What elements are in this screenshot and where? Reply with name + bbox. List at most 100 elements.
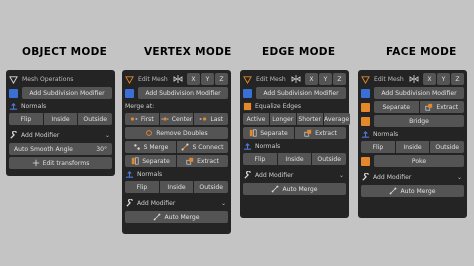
extract-button[interactable]: Extract — [419, 101, 464, 113]
normals-label-row: Normals — [361, 129, 464, 140]
poke-icon — [361, 156, 370, 166]
vertex-mode-panel: Edit Mesh X Y Z Add Subdivision Modifier… — [122, 70, 231, 234]
axis-x-button[interactable]: X — [187, 73, 200, 85]
chevron-down-icon[interactable]: ⌄ — [105, 132, 112, 139]
normals-row: Flip Inside Outside — [243, 153, 347, 165]
chevron-down-icon[interactable]: ⌄ — [339, 172, 346, 179]
normals-row: Flip Inside Outside — [9, 113, 113, 125]
normals-row: Flip Inside Outside — [361, 141, 465, 153]
subdivision-icon — [9, 88, 18, 98]
bridge-row: Bridge — [361, 115, 464, 127]
s-merge-button[interactable]: S Merge — [125, 141, 176, 153]
equalize-icon — [243, 102, 252, 111]
auto-smooth-field[interactable]: Auto Smooth Angle 30° — [9, 143, 112, 155]
add-modifier-row[interactable]: Add Modifier ⌄ — [125, 197, 228, 209]
outside-button[interactable]: Outside — [194, 181, 229, 193]
merge-center-button[interactable]: Center — [159, 113, 194, 125]
edit-transforms-label: Edit transforms — [42, 159, 90, 167]
inside-button[interactable]: Inside — [43, 113, 78, 125]
chevron-down-icon[interactable]: ⌄ — [457, 174, 464, 181]
separate-row: Separate Extract — [125, 155, 228, 167]
auto-merge-button[interactable]: Auto Merge — [243, 183, 346, 195]
add-modifier-label: Add Modifier — [137, 199, 176, 207]
separate-button[interactable]: Separate — [243, 127, 294, 139]
flip-button[interactable]: Flip — [361, 141, 395, 153]
outside-button[interactable]: Outside — [78, 113, 113, 125]
extract-button[interactable]: Extract — [177, 155, 228, 167]
flip-button[interactable]: Flip — [9, 113, 43, 125]
face-mode-panel: Edit Mesh X Y Z Add Subdivision Modifier… — [358, 70, 467, 218]
bridge-button[interactable]: Bridge — [374, 115, 464, 127]
remove-doubles-label: Remove Doubles — [156, 129, 208, 137]
axis-z-button[interactable]: Z — [333, 73, 346, 85]
remove-doubles-row: Remove Doubles — [125, 127, 228, 139]
outside-button[interactable]: Outside — [312, 153, 347, 165]
inside-button[interactable]: Inside — [395, 141, 430, 153]
add-modifier-label: Add Modifier — [21, 131, 60, 139]
axis-z-button[interactable]: Z — [215, 73, 228, 85]
auto-merge-label: Auto Merge — [282, 185, 318, 193]
inside-button[interactable]: Inside — [277, 153, 312, 165]
add-subdivision-button[interactable]: Add Subdivision Modifier — [22, 87, 112, 99]
add-modifier-row[interactable]: Add Modifier ⌄ — [243, 169, 346, 181]
merge-last-button[interactable]: Last — [194, 113, 229, 125]
separate-label: Separate — [260, 129, 288, 137]
normals-row: Flip Inside Outside — [125, 181, 229, 193]
merge-center-icon — [161, 115, 169, 123]
auto-merge-icon — [271, 185, 279, 193]
axis-z-button[interactable]: Z — [451, 73, 464, 85]
equalize-shorter-button[interactable]: Shorter — [296, 113, 323, 125]
auto-merge-icon — [153, 213, 161, 221]
s-connect-button[interactable]: S Connect — [177, 141, 228, 153]
extract-button[interactable]: Extract — [295, 127, 346, 139]
normals-icon — [361, 130, 370, 139]
axis-x-button[interactable]: X — [423, 73, 436, 85]
subdivision-row: Add Subdivision Modifier — [9, 87, 112, 99]
separate-icon — [131, 157, 139, 165]
auto-merge-button[interactable]: Auto Merge — [125, 211, 228, 223]
axis-y-button[interactable]: Y — [319, 73, 332, 85]
panel-header-label: Edit Mesh — [374, 75, 404, 83]
auto-merge-button[interactable]: Auto Merge — [361, 185, 464, 197]
merge-center-label: Center — [171, 115, 193, 123]
auto-merge-row: Auto Merge — [361, 185, 464, 197]
face-mode-title: FACE MODE — [386, 46, 457, 58]
outside-button[interactable]: Outside — [430, 141, 465, 153]
flip-button[interactable]: Flip — [243, 153, 277, 165]
remove-doubles-button[interactable]: Remove Doubles — [125, 127, 228, 139]
add-modifier-label: Add Modifier — [255, 171, 294, 179]
equalize-active-button[interactable]: Active — [243, 113, 269, 125]
normals-label: Normals — [255, 143, 281, 150]
axis-y-button[interactable]: Y — [201, 73, 214, 85]
wrench-icon — [125, 198, 134, 208]
chevron-down-icon[interactable]: ⌄ — [221, 200, 228, 207]
extract-label: Extract — [315, 129, 337, 137]
axis-y-button[interactable]: Y — [437, 73, 450, 85]
inside-button[interactable]: Inside — [159, 181, 194, 193]
auto-smooth-label: Auto Smooth Angle — [14, 145, 73, 153]
separate-button[interactable]: Separate — [374, 101, 419, 113]
flip-button[interactable]: Flip — [125, 181, 159, 193]
extract-icon — [186, 157, 194, 165]
normals-icon — [9, 102, 18, 111]
equalize-longer-button[interactable]: Longer — [269, 113, 296, 125]
poke-button[interactable]: Poke — [374, 155, 464, 167]
separate-button[interactable]: Separate — [125, 155, 176, 167]
axis-x-button[interactable]: X — [305, 73, 318, 85]
add-subdivision-button[interactable]: Add Subdivision Modifier — [374, 87, 464, 99]
extract-label: Extract — [197, 157, 219, 165]
add-modifier-row[interactable]: Add Modifier ⌄ — [361, 171, 464, 183]
add-subdivision-button[interactable]: Add Subdivision Modifier — [138, 87, 228, 99]
add-modifier-label: Add Modifier — [373, 173, 412, 181]
normals-icon — [243, 142, 252, 151]
merge-first-button[interactable]: First — [125, 113, 159, 125]
normals-label-row: Normals — [9, 101, 112, 112]
edit-mesh-icon — [243, 75, 252, 84]
equalize-average-button[interactable]: Average — [323, 113, 350, 125]
separate-icon — [249, 129, 257, 137]
face-panel-header: Edit Mesh X Y Z — [361, 73, 464, 85]
edit-transforms-button[interactable]: Edit transforms — [9, 157, 112, 169]
add-subdivision-button[interactable]: Add Subdivision Modifier — [256, 87, 346, 99]
s-merge-label: S Merge — [143, 143, 169, 151]
add-modifier-row[interactable]: Add Modifier ⌄ — [9, 129, 112, 141]
